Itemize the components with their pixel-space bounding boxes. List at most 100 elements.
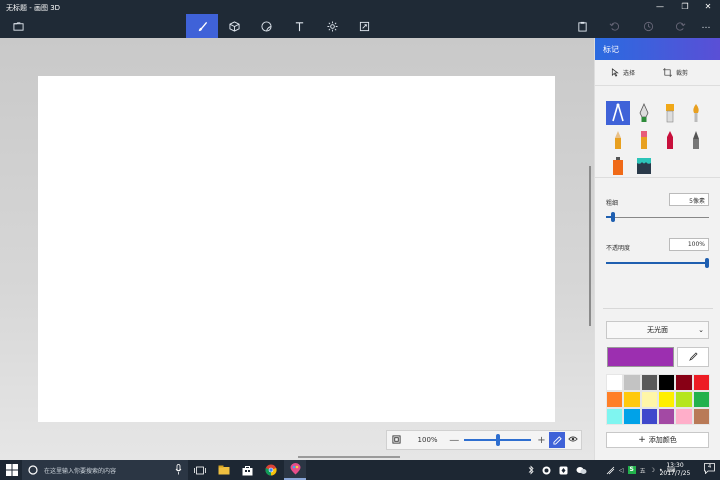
canvas-icon	[359, 21, 369, 31]
brush-pixel-pen[interactable]	[684, 128, 708, 152]
more-icon: …	[701, 21, 711, 31]
bluetooth-icon[interactable]	[528, 465, 534, 475]
moon-icon[interactable]: ☽	[650, 467, 655, 474]
history-button[interactable]	[632, 14, 664, 38]
brush-oil[interactable]	[658, 101, 682, 125]
brush-watercolor[interactable]	[684, 101, 708, 125]
color-swatch[interactable]	[640, 391, 658, 408]
undo-button[interactable]	[598, 14, 630, 38]
system-clock[interactable]: 13:30 2017/7/25	[657, 462, 693, 478]
brush-marker[interactable]	[606, 101, 630, 125]
network-icon[interactable]	[606, 466, 615, 475]
close-button[interactable]: ✕	[696, 0, 720, 14]
folder-icon	[12, 21, 24, 31]
task-view-button[interactable]	[189, 460, 211, 480]
fit-to-screen-button[interactable]	[387, 434, 407, 446]
text-tool-icon	[295, 21, 303, 31]
vertical-scrollbar[interactable]	[589, 166, 591, 326]
color-swatch[interactable]	[640, 374, 658, 391]
tab-2d-brushes[interactable]	[186, 14, 218, 38]
taskbar-file-explorer[interactable]	[213, 460, 235, 480]
color-swatch[interactable]	[658, 374, 676, 391]
taskbar-search-box[interactable]: 在这里输入你要搜索的内容	[22, 460, 188, 480]
brush-calligraphy-pen[interactable]	[632, 101, 656, 125]
add-color-button[interactable]: + 添加颜色	[606, 432, 709, 448]
file-explorer-icon	[218, 465, 230, 475]
taskbar-chrome[interactable]	[260, 460, 282, 480]
ime-mode-indicator[interactable]: 五	[640, 466, 646, 475]
color-swatch[interactable]	[606, 408, 624, 425]
select-label: 选择	[623, 70, 636, 77]
crayon-icon	[667, 131, 673, 149]
action-center-button[interactable]: 4	[704, 463, 716, 477]
view-mode-button[interactable]	[565, 435, 581, 445]
zoom-slider[interactable]	[464, 434, 532, 446]
crop-label: 裁剪	[676, 70, 689, 77]
color-swatch[interactable]	[692, 374, 710, 391]
volume-icon[interactable]: ◁	[619, 467, 624, 474]
thickness-slider[interactable]	[606, 217, 709, 218]
notification-count: 4	[708, 464, 712, 470]
select-button[interactable]: 选择	[611, 68, 635, 77]
watercolor-icon	[693, 104, 699, 122]
brush-spray-can[interactable]	[606, 154, 630, 178]
crop-button[interactable]: 裁剪	[663, 68, 688, 77]
color-swatch[interactable]	[606, 374, 624, 391]
color-swatch[interactable]	[623, 408, 641, 425]
zoom-slider-thumb[interactable]	[496, 434, 501, 446]
finish-value: 无光面	[647, 326, 668, 334]
color-swatch[interactable]	[658, 391, 676, 408]
color-swatch[interactable]	[675, 374, 693, 391]
tab-text[interactable]	[283, 14, 315, 38]
paste-button[interactable]	[566, 14, 598, 38]
taskbar-paint-3d[interactable]	[284, 460, 306, 480]
brush-crayon[interactable]	[658, 128, 682, 152]
sogou-ime-icon[interactable]: S	[627, 466, 636, 474]
drawing-canvas[interactable]	[38, 76, 555, 422]
more-button[interactable]: …	[690, 14, 720, 38]
menu-button[interactable]	[2, 14, 34, 38]
thickness-input[interactable]: 5像素	[669, 193, 709, 206]
effects-icon	[326, 20, 338, 32]
thickness-slider-thumb[interactable]	[611, 212, 615, 222]
tab-stickers[interactable]	[250, 14, 282, 38]
canvas-workspace[interactable]	[0, 38, 594, 460]
shield-tray-icon[interactable]	[559, 466, 568, 475]
color-swatch[interactable]	[675, 391, 693, 408]
opacity-slider-thumb[interactable]	[705, 258, 709, 268]
sync-app-icon[interactable]	[542, 466, 551, 475]
brush-fill[interactable]	[632, 154, 656, 178]
color-swatch[interactable]	[675, 408, 693, 425]
brush-pencil[interactable]	[606, 128, 630, 152]
tab-3d-objects[interactable]	[218, 14, 250, 38]
current-color-swatch[interactable]	[607, 347, 674, 367]
microphone-icon[interactable]	[175, 464, 182, 475]
windows-start-icon[interactable]	[6, 464, 18, 476]
color-swatch[interactable]	[658, 408, 676, 425]
color-swatch[interactable]	[692, 408, 710, 425]
horizontal-scrollbar[interactable]	[298, 456, 400, 458]
color-swatch[interactable]	[640, 408, 658, 425]
tab-effects[interactable]	[316, 14, 348, 38]
finish-dropdown[interactable]: 无光面 ⌄	[606, 321, 709, 339]
tab-canvas[interactable]	[348, 14, 380, 38]
brush-eraser[interactable]	[632, 128, 656, 152]
taskbar-store[interactable]	[236, 460, 258, 480]
color-swatch[interactable]	[623, 374, 641, 391]
zoom-in-button[interactable]: +	[535, 435, 547, 446]
stickers-icon	[260, 20, 272, 32]
color-swatch[interactable]	[623, 391, 641, 408]
maximize-button[interactable]: ❐	[673, 0, 697, 14]
wechat-icon[interactable]	[576, 466, 587, 475]
color-swatch[interactable]	[692, 391, 710, 408]
cortana-icon	[28, 465, 38, 475]
pen-mode-button[interactable]	[549, 432, 566, 448]
zoom-out-button[interactable]: —	[448, 435, 460, 446]
pen-icon	[553, 435, 562, 445]
pencil-icon	[615, 131, 621, 149]
color-swatch[interactable]	[606, 391, 624, 408]
eyedropper-button[interactable]	[677, 347, 709, 367]
minimize-button[interactable]: —	[648, 0, 672, 14]
opacity-input[interactable]: 100%	[669, 238, 709, 251]
clock-date: 2017/7/25	[659, 470, 691, 477]
